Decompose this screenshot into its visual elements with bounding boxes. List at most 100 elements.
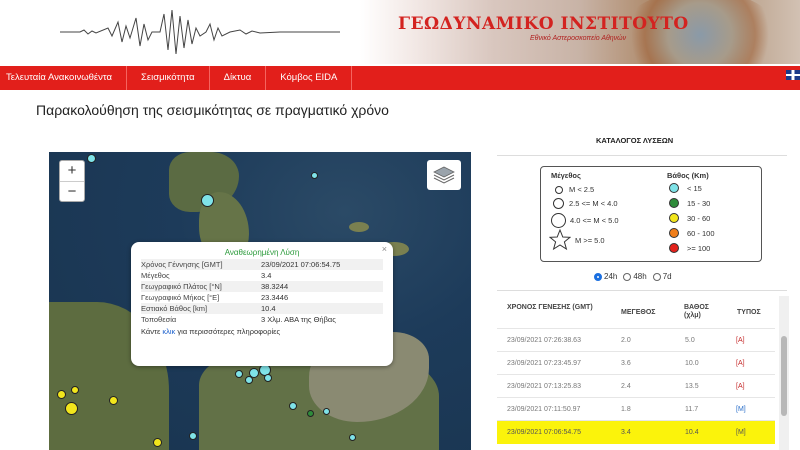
earthquake-marker[interactable]	[153, 438, 162, 447]
time-filter-option-48h[interactable]: 48h	[623, 272, 647, 281]
table-row[interactable]: 23/09/2021 07:23:45.97 3.6 10.0 [A]	[497, 351, 775, 375]
legend-magnitude-label: M < 2.5	[569, 185, 595, 194]
time-filter-option-24h[interactable]: 24h	[594, 272, 617, 281]
popup-value: 10.4	[261, 304, 276, 313]
cell-depth: 13.5	[685, 383, 699, 390]
popup-row-latitude: Γεωγραφικό Πλάτος [°N] 38.3244	[141, 281, 383, 292]
radio-selected-icon[interactable]	[594, 272, 602, 281]
legend-magnitude-item: 2.5 <= M < 4.0	[553, 198, 618, 209]
earthquake-marker[interactable]	[289, 402, 297, 410]
table-row[interactable]: 23/09/2021 07:26:38.63 2.0 5.0 [A]	[497, 328, 775, 352]
popup-value: 3.4	[261, 271, 272, 280]
popup-value: 38.3244	[261, 282, 289, 291]
depth-color-swatch	[669, 228, 679, 238]
cell-time: 23/09/2021 07:06:54.75	[507, 429, 581, 436]
popup-close-button[interactable]: ×	[382, 244, 387, 254]
depth-color-swatch	[669, 213, 679, 223]
cell-magnitude: 3.4	[621, 429, 631, 436]
legend-depth-header: Βάθος (Km)	[667, 171, 709, 180]
catalog-title: ΚΑΤΑΛΟΓΟΣ ΛΥΣΕΩΝ	[596, 136, 674, 145]
popup-more-info-link[interactable]: κλικ	[162, 327, 175, 336]
earthquake-popup: × Αναθεωρημένη Λύση Χρόνος Γέννησης [GMT…	[131, 242, 393, 366]
depth-color-swatch	[669, 198, 679, 208]
earthquake-marker[interactable]	[235, 370, 243, 378]
earthquake-marker[interactable]	[87, 154, 96, 163]
nav-item-announcements[interactable]: Τελευταία Ανακοινωθέντα	[0, 66, 127, 90]
magnitude-small-icon	[555, 185, 563, 194]
table-scrollbar[interactable]	[779, 296, 789, 450]
column-header-depth[interactable]: ΒΑΘΟΣ (χλμ)	[684, 304, 724, 320]
popup-key: Μέγεθος	[141, 271, 170, 280]
legend-depth-label: 60 - 100	[687, 228, 715, 238]
legend-depth-label: < 15	[687, 183, 702, 193]
earthquake-marker[interactable]	[201, 194, 214, 207]
cell-type: [M]	[736, 406, 746, 413]
table-row-selected[interactable]: 23/09/2021 07:06:54.75 3.4 10.4 [M]	[497, 420, 775, 444]
time-filter-label: 7d	[662, 272, 672, 281]
time-filter: 24h 48h 7d	[594, 272, 672, 281]
earthquake-marker[interactable]	[311, 172, 318, 179]
zoom-control: + −	[59, 160, 85, 202]
institute-subtitle: Εθνικό Αστεροσκοπείο Αθηνών	[530, 35, 627, 42]
popup-value: 23.3446	[261, 293, 289, 302]
institute-title: ΓΕΩΔΥΝΑΜΙΚΟ ΙΝΣΤΙΤΟΥΤΟ	[398, 14, 689, 34]
earthquake-marker[interactable]	[71, 386, 79, 394]
popup-value: 3 Χλμ. ΑΒΑ της Θήβας	[261, 315, 336, 324]
cell-magnitude: 3.6	[621, 360, 631, 367]
popup-title: Αναθεωρημένη Λύση	[224, 248, 300, 257]
layers-button[interactable]	[427, 160, 461, 190]
earthquake-marker[interactable]	[65, 402, 78, 415]
zoom-out-button[interactable]: −	[60, 182, 84, 202]
cell-depth: 10.4	[685, 429, 699, 436]
popup-key: Γεωγραφικό Μήκος [°E]	[141, 293, 220, 302]
legend-depth-item: 60 - 100	[669, 228, 715, 238]
layers-icon	[433, 166, 455, 184]
legend-depth-item: 30 - 60	[669, 213, 710, 223]
earthquake-marker[interactable]	[323, 408, 330, 415]
zoom-in-button[interactable]: +	[60, 161, 84, 182]
earthquake-marker[interactable]	[109, 396, 118, 405]
cell-depth: 5.0	[685, 337, 695, 344]
legend-box: Μέγεθος Βάθος (Km) M < 2.5 2.5 <= M < 4.…	[540, 166, 762, 262]
popup-value: 23/09/2021 07:06:54.75	[261, 260, 341, 269]
popup-row-magnitude: Μέγεθος 3.4	[141, 270, 383, 281]
popup-key: Γεωγραφικό Πλάτος [°N]	[141, 282, 222, 291]
radio-icon[interactable]	[652, 272, 661, 281]
nav-item-seismicity[interactable]: Σεισμικότητα	[127, 66, 210, 90]
popup-footer-suffix: για περισσότερες πληροφορίες	[175, 327, 281, 336]
legend-depth-item: >= 100	[669, 243, 710, 253]
cell-type: [A]	[736, 383, 745, 390]
nav-item-eida-node[interactable]: Κόμβος EIDA	[266, 66, 353, 90]
scrollbar-thumb[interactable]	[781, 336, 787, 416]
radio-icon[interactable]	[623, 272, 632, 281]
popup-row-longitude: Γεωγραφικό Μήκος [°E] 23.3446	[141, 292, 383, 303]
table-row[interactable]: 23/09/2021 07:11:50.97 1.8 11.7 [M]	[497, 397, 775, 421]
cell-magnitude: 2.0	[621, 337, 631, 344]
earthquake-marker[interactable]	[245, 376, 253, 384]
earthquake-marker[interactable]	[57, 390, 66, 399]
seismicity-map[interactable]: + − × Αναθεωρημένη Λύση Χρόνος Γέννησης …	[49, 152, 471, 450]
column-header-time[interactable]: ΧΡΟΝΟΣ ΓΕΝΕΣΗΣ (GMT)	[507, 304, 597, 312]
legend-depth-label: >= 100	[687, 243, 711, 253]
earthquake-marker[interactable]	[307, 410, 314, 417]
uk-flag-icon[interactable]	[786, 70, 800, 80]
depth-color-swatch	[669, 243, 679, 253]
divider	[497, 290, 787, 291]
cell-type: [A]	[736, 360, 745, 367]
divider	[497, 155, 787, 156]
earthquake-marker[interactable]	[189, 432, 197, 440]
column-header-magnitude[interactable]: ΜΕΓΕΘΟΣ	[621, 309, 655, 317]
table-row[interactable]: 23/09/2021 07:13:25.83 2.4 13.5 [A]	[497, 374, 775, 398]
popup-footer: Κάντε κλικ για περισσότερες πληροφορίες	[141, 327, 383, 336]
popup-details: Χρόνος Γέννησης [GMT] 23/09/2021 07:06:54…	[141, 259, 383, 325]
earthquake-marker[interactable]	[349, 434, 356, 441]
legend-magnitude-item: M < 2.5	[555, 185, 594, 194]
earthquake-marker[interactable]	[264, 374, 272, 382]
legend-magnitude-label: M >= 5.0	[575, 235, 605, 245]
header-banner: ΓΕΩΔΥΝΑΜΙΚΟ ΙΝΣΤΙΤΟΥΤΟ Εθνικό Αστεροσκοπ…	[0, 0, 800, 64]
nav-item-networks[interactable]: Δίκτυα	[210, 66, 267, 90]
column-header-type[interactable]: ΤΥΠΟΣ	[737, 309, 761, 317]
seismogram-logo	[60, 9, 340, 55]
cell-time: 23/09/2021 07:11:50.97	[507, 406, 581, 413]
time-filter-option-7d[interactable]: 7d	[652, 272, 672, 281]
